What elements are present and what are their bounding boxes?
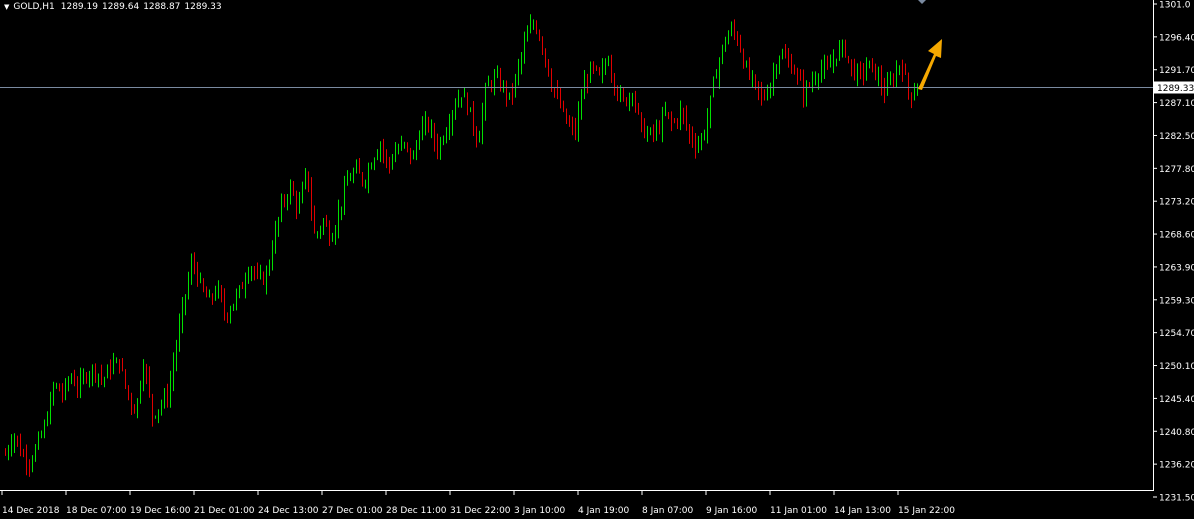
time-tick-label: 3 Jan 10:00 bbox=[514, 506, 566, 516]
dropdown-triangle-icon[interactable]: ▼ bbox=[4, 3, 9, 11]
ohlc-high: 1289.64 bbox=[101, 2, 140, 12]
price-tick-label: 1236.20 bbox=[1159, 461, 1194, 471]
price-tick-label: 1291.70 bbox=[1159, 66, 1194, 76]
current-price-label: 1289.33 bbox=[1154, 81, 1194, 94]
time-tick-label: 8 Jan 07:00 bbox=[642, 506, 694, 516]
price-tick-label: 1263.90 bbox=[1159, 263, 1194, 273]
ohlc-close: 1289.33 bbox=[184, 2, 222, 12]
price-chart[interactable]: 1301.0 1296.40 1291.70 1287.10 1282.50 1277.8… bbox=[0, 0, 1194, 519]
price-tick-label: 1277.80 bbox=[1159, 165, 1194, 175]
price-tick-label: 1254.70 bbox=[1159, 329, 1194, 339]
ohlc-low: 1288.87 bbox=[143, 2, 181, 12]
symbol-label: GOLD,H1 bbox=[13, 2, 55, 12]
price-tick-label: 1268.60 bbox=[1159, 231, 1194, 241]
time-tick-label: 27 Dec 01:00 bbox=[322, 506, 383, 516]
price-tick-label: 1231.50 bbox=[1159, 494, 1194, 504]
time-tick-label: 9 Jan 16:00 bbox=[706, 506, 758, 516]
time-tick-label: 28 Dec 11:00 bbox=[386, 506, 447, 516]
time-tick-label: 11 Jan 01:00 bbox=[770, 506, 827, 516]
time-tick-label: 31 Dec 22:00 bbox=[450, 506, 511, 516]
chart-background bbox=[0, 0, 1194, 519]
price-tick-label: 1273.20 bbox=[1159, 198, 1194, 208]
time-tick-label: 14 Jan 13:00 bbox=[834, 506, 891, 516]
time-tick-label: 21 Dec 01:00 bbox=[194, 506, 255, 516]
time-tick-label: 18 Dec 07:00 bbox=[66, 506, 127, 516]
time-tick-label: 24 Dec 13:00 bbox=[258, 506, 319, 516]
ohlc-open: 1289.19 bbox=[60, 2, 98, 12]
price-tick-label: 1250.10 bbox=[1159, 362, 1194, 372]
chart-header: ▼ GOLD,H1 1289.19 1289.64 1288.87 1289.3… bbox=[0, 0, 226, 14]
price-tick-label: 1296.40 bbox=[1159, 33, 1194, 43]
price-tick-label: 1282.50 bbox=[1159, 132, 1194, 142]
price-tick-label: 1240.80 bbox=[1159, 428, 1194, 438]
price-tick-label: 1245.40 bbox=[1159, 395, 1194, 405]
time-tick-label: 19 Dec 16:00 bbox=[130, 506, 191, 516]
price-tick-label: 1287.10 bbox=[1159, 99, 1194, 109]
price-tick-label: 1259.30 bbox=[1159, 296, 1194, 306]
time-tick-label: 14 Dec 2018 bbox=[2, 506, 60, 516]
current-price-text: 1289.33 bbox=[1157, 84, 1194, 94]
time-tick-label: 4 Jan 19:00 bbox=[578, 506, 630, 516]
price-tick-label: 1301.0 bbox=[1159, 1, 1191, 11]
time-tick-label: 15 Jan 22:00 bbox=[898, 506, 955, 516]
